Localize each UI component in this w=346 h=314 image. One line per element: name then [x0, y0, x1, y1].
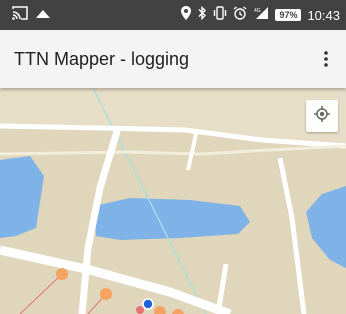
page-title: TTN Mapper - logging: [14, 49, 190, 69]
bluetooth-icon: [197, 5, 207, 25]
status-left: [12, 5, 52, 25]
measurement-marker: [100, 288, 112, 300]
my-location-icon: [313, 105, 331, 128]
app-bar: TTN Mapper - logging: [0, 30, 346, 88]
status-right: 4G 97% 10:43: [181, 5, 340, 25]
current-location-marker: [142, 298, 154, 310]
vibrate-icon: [213, 5, 227, 25]
more-vert-icon[interactable]: [316, 46, 336, 72]
measurement-marker: [56, 268, 68, 280]
my-location-button[interactable]: [306, 100, 338, 132]
measurement-marker: [136, 306, 144, 314]
cloud-icon: [34, 6, 52, 24]
cast-icon: [12, 5, 28, 25]
map-view[interactable]: [0, 88, 346, 314]
alarm-icon: [233, 5, 247, 25]
signal-icon: 4G: [253, 6, 269, 25]
phone-screen: 4G 97% 10:43 TTN Mapper - logging: [0, 0, 346, 314]
clock: 10:43: [307, 7, 340, 23]
svg-text:4G: 4G: [254, 8, 261, 14]
location-icon: [181, 5, 192, 25]
battery-indicator: 97%: [275, 9, 302, 21]
status-bar: 4G 97% 10:43: [0, 0, 346, 30]
map-canvas: [0, 88, 346, 314]
